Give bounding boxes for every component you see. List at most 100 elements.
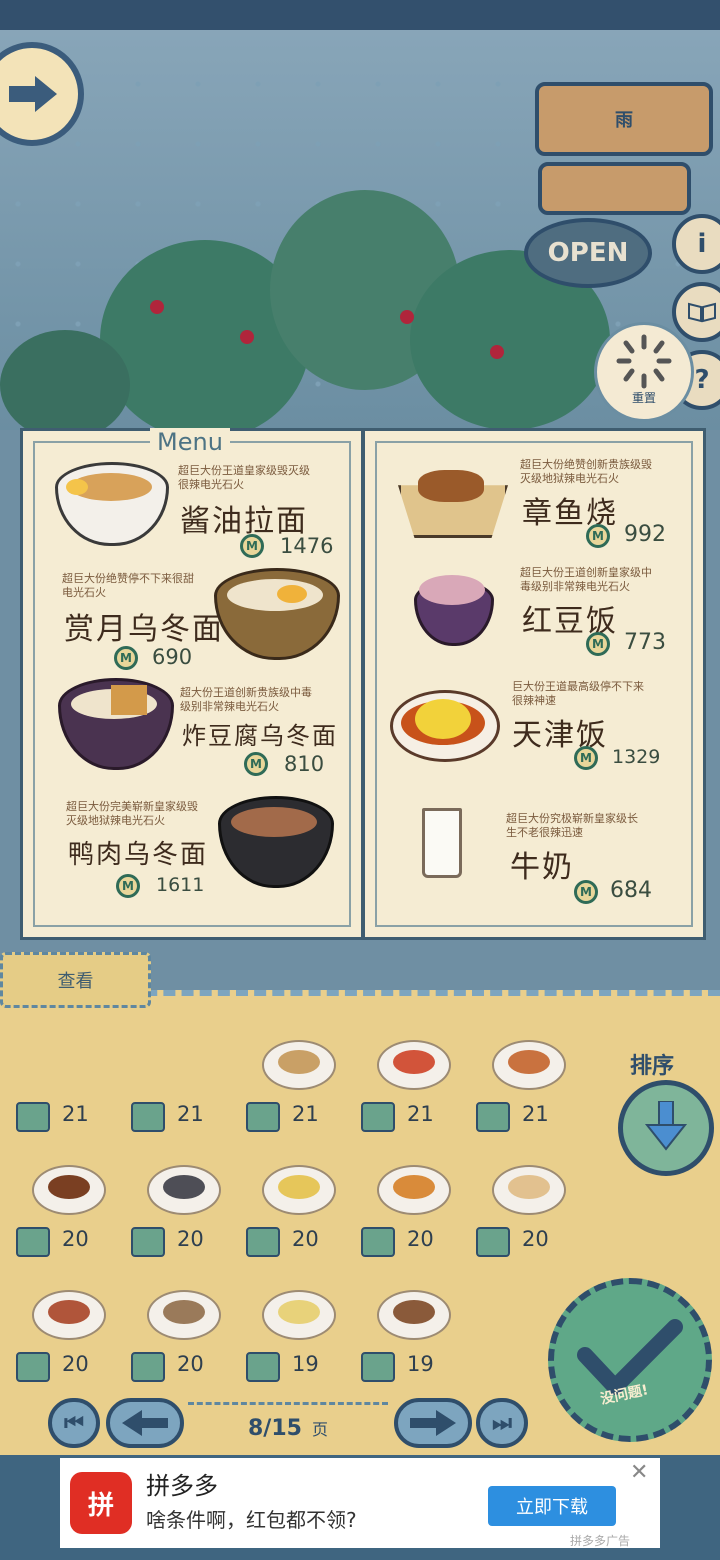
ingredient-item[interactable]: 20 <box>12 1165 124 1285</box>
ingredient-item[interactable]: 21 <box>357 1040 469 1160</box>
last-page-button[interactable]: ⏭ <box>476 1398 528 1448</box>
ingredient-count: 21 <box>522 1102 549 1126</box>
berry <box>490 345 504 359</box>
dish-description: 超巨大份究极崭新皇家级长 生不老很辣迅速 <box>506 812 638 839</box>
ingredient-item[interactable]: 20 <box>472 1165 584 1285</box>
food-image <box>262 1290 336 1340</box>
reset-button[interactable]: 重置 <box>594 322 694 422</box>
food-image <box>377 1040 451 1090</box>
ingredient-count: 20 <box>292 1227 319 1251</box>
takoyaki-balls <box>418 470 484 502</box>
berry <box>240 330 254 344</box>
dish-name: 牛奶 <box>510 850 574 885</box>
ingredient-box-icon <box>361 1102 395 1132</box>
coin-icon: M <box>574 880 598 904</box>
tree <box>0 330 130 440</box>
coin-icon: M <box>586 524 610 548</box>
ad-subtitle: 啥条件啊，红包都不领? <box>146 1508 357 1532</box>
dish-description: 超巨大份完美崭新皇家级毁 灭级地狱辣电光石火 <box>66 800 198 827</box>
dish-price: 690 <box>152 645 193 669</box>
food-image <box>147 1290 221 1340</box>
food-topping <box>393 1050 435 1074</box>
milk-image <box>422 808 462 878</box>
ingredient-item[interactable]: 20 <box>242 1165 354 1285</box>
food-topping <box>163 1300 205 1324</box>
food-image <box>262 1165 336 1215</box>
coin-icon: M <box>240 534 264 558</box>
view-tab[interactable]: 查看 <box>0 952 151 1008</box>
ingredient-grid: 21 21 21 21 21 20 20 20 20 20 20 20 19 19 <box>12 1040 592 1390</box>
open-text: OPEN <box>547 238 629 268</box>
food-topping <box>393 1300 435 1324</box>
dish-price: 1329 <box>612 746 661 768</box>
ad-title: 拼多多 <box>146 1472 218 1500</box>
skip-forward-icon: ⏭ <box>492 1410 512 1436</box>
food-topping <box>393 1175 435 1199</box>
dish-description: 超巨大份绝赞停不下来很甜 电光石火 <box>62 572 194 599</box>
ingredient-item[interactable]: 21 <box>242 1040 354 1160</box>
ingredient-box-icon <box>131 1102 165 1132</box>
sort-arrow-icon <box>644 1101 688 1151</box>
coin-icon: M <box>244 752 268 776</box>
ingredient-box-icon <box>131 1352 165 1382</box>
prev-page-button[interactable] <box>106 1398 184 1448</box>
dish-price: 1611 <box>156 874 205 896</box>
weather-sign: 雨 <box>535 82 713 156</box>
view-tab-label: 查看 <box>57 971 94 992</box>
ingredient-count: 21 <box>62 1102 89 1126</box>
reset-label: 重置 <box>631 391 656 405</box>
pinduoduo-logo-icon: 拼 <box>70 1472 132 1534</box>
sort-button[interactable] <box>618 1080 714 1176</box>
first-page-button[interactable]: ⏮ <box>48 1398 100 1448</box>
food-topping <box>508 1050 550 1074</box>
dish-price: 810 <box>284 752 325 776</box>
ingredient-box-icon <box>16 1352 50 1382</box>
ingredient-count: 21 <box>292 1102 319 1126</box>
food-image <box>377 1290 451 1340</box>
ingredient-count: 20 <box>62 1352 89 1376</box>
close-icon[interactable]: ✕ <box>630 1460 648 1485</box>
ingredient-box-icon <box>131 1227 165 1257</box>
arrow-right-icon <box>410 1410 456 1436</box>
page-number: 8/15 <box>248 1415 302 1441</box>
ingredient-item[interactable]: 21 <box>127 1040 239 1160</box>
food-topping <box>278 1300 320 1324</box>
confirm-button[interactable] <box>548 1278 712 1442</box>
ingredient-count: 20 <box>522 1227 549 1251</box>
coin-icon: M <box>116 874 140 898</box>
ingredient-count: 19 <box>292 1352 319 1376</box>
food-image <box>32 1165 106 1215</box>
dish-description: 超大份王道创新贵族级中毒 级别非常辣电光石火 <box>180 686 312 713</box>
tianjin-rice-image <box>390 690 500 762</box>
ingredient-item[interactable]: 20 <box>127 1165 239 1285</box>
dish-name: 天津饭 <box>512 718 608 753</box>
next-page-button[interactable] <box>394 1398 472 1448</box>
food-image <box>492 1040 566 1090</box>
arrow-left-icon <box>122 1410 168 1436</box>
reset-spinner-icon <box>616 334 672 389</box>
dish-name: 炸豆腐乌冬面 <box>182 722 338 750</box>
ingredient-item[interactable]: 21 <box>12 1040 124 1160</box>
ingredient-box-icon <box>361 1352 395 1382</box>
ingredient-item[interactable]: 21 <box>472 1040 584 1160</box>
ingredient-box-icon <box>16 1227 50 1257</box>
food-topping <box>48 1175 90 1199</box>
food-image <box>262 1040 336 1090</box>
ingredient-box-icon <box>246 1227 280 1257</box>
skip-back-icon: ⏮ <box>64 1410 84 1436</box>
food-topping <box>163 1175 205 1199</box>
coin-icon: M <box>586 632 610 656</box>
ad-banner[interactable]: 拼 拼多多 啥条件啊，红包都不领? 立即下载 ✕ 拼多多广告 <box>60 1458 660 1548</box>
ad-download-button[interactable]: 立即下载 <box>488 1486 616 1526</box>
top-strip <box>0 0 720 30</box>
open-sign[interactable]: OPEN <box>524 218 652 288</box>
ingredient-box-icon <box>16 1102 50 1132</box>
ingredient-count: 20 <box>177 1352 204 1376</box>
book-icon <box>688 302 716 323</box>
ingredient-count: 20 <box>177 1227 204 1251</box>
ingredient-box-icon <box>246 1352 280 1382</box>
ingredient-item[interactable]: 20 <box>357 1165 469 1285</box>
dish-description: 超巨大份王道皇家级毁灭级 很辣电光石火 <box>178 464 310 491</box>
help-icon: ? <box>694 365 710 395</box>
dish-price: 773 <box>624 630 666 655</box>
